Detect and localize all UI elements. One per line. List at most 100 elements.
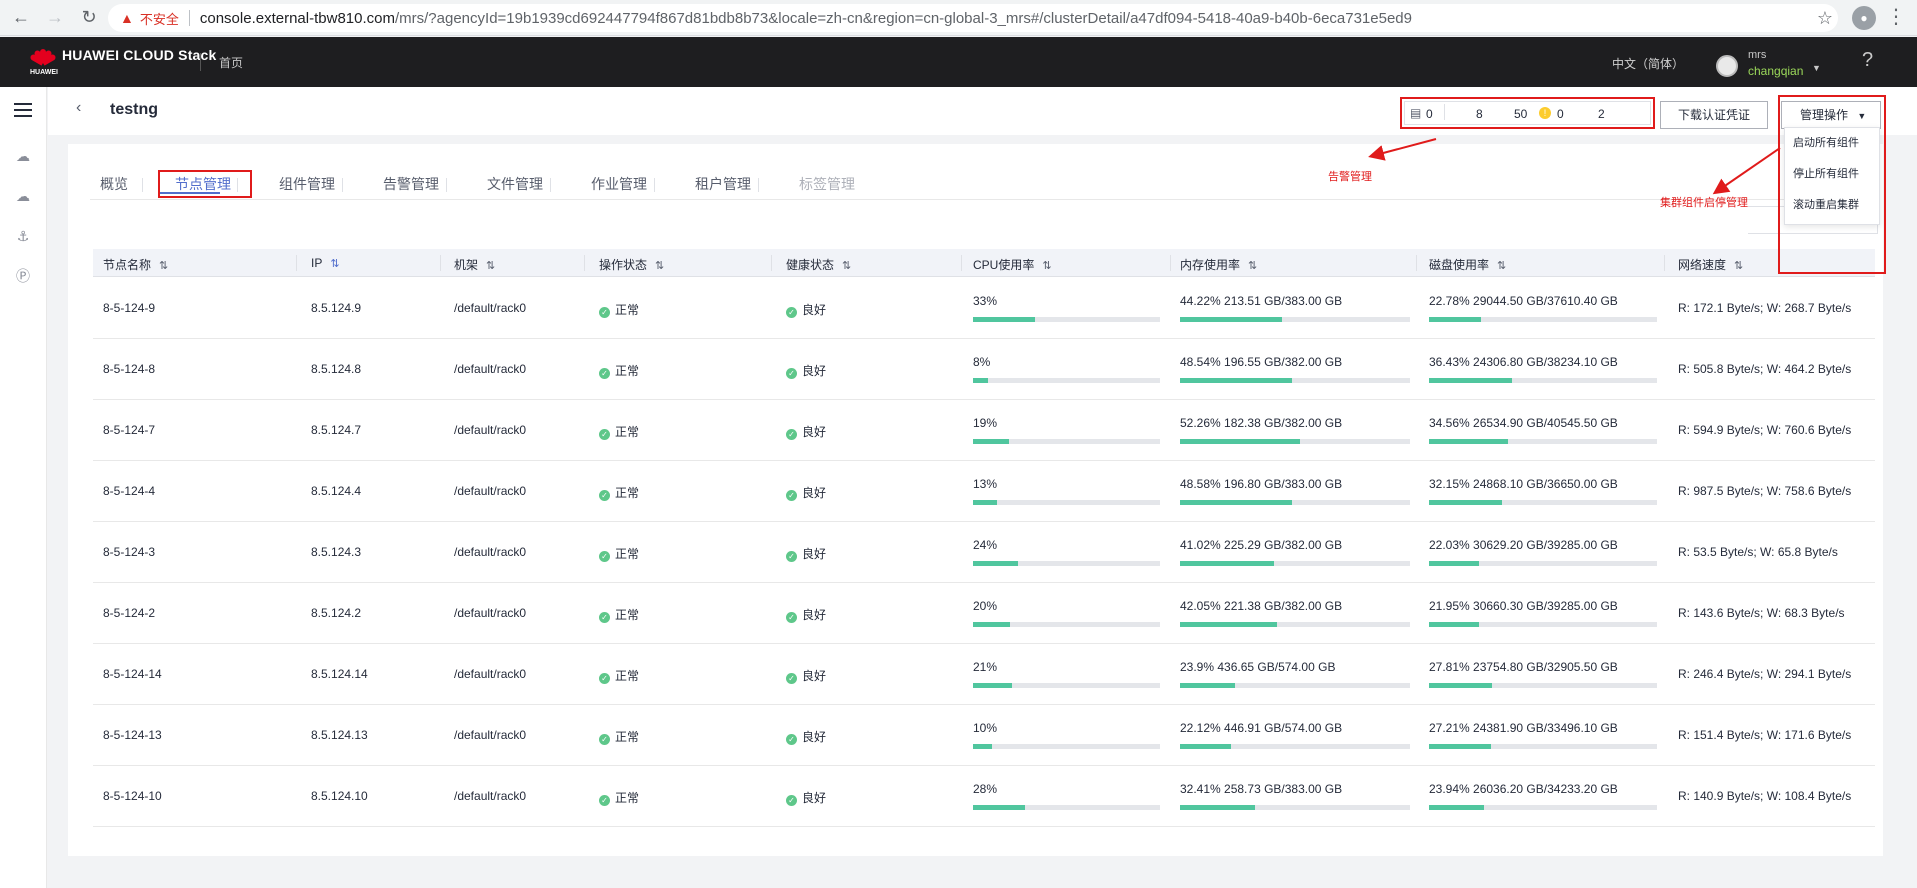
column-header[interactable]: 网络速度 ⇅ [1678, 256, 1743, 273]
user-account[interactable]: changqian [1748, 64, 1803, 78]
tab-tenant-management[interactable]: 租户管理 [695, 174, 751, 194]
cloud-icon[interactable]: ☁ [12, 185, 34, 207]
tab-job-management[interactable]: 作业管理 [591, 174, 647, 194]
operation-status: ✓ 正常 [599, 606, 639, 623]
table-row[interactable]: 8-5-124-13 8.5.124.13/default/rack0 ✓ 正常 ✓ 良好… [93, 705, 1875, 766]
profile-icon[interactable]: ● [1852, 6, 1876, 30]
cpu-usage-bar-fill [973, 805, 1026, 810]
cpu-usage-bar-fill [973, 622, 1011, 627]
topnav-divider [200, 53, 201, 71]
avatar[interactable] [1716, 55, 1738, 77]
tab-tag-management[interactable]: 标签管理 [799, 174, 855, 194]
health-status: ✓ 良好 [786, 728, 826, 745]
sort-icon: ⇅ [842, 260, 852, 272]
back-arrow-icon[interactable]: ← [8, 5, 34, 31]
table-row[interactable]: 8-5-124-4 8.5.124.4/default/rack0 ✓ 正常 ✓ 良好 13… [93, 461, 1875, 522]
node-name[interactable]: 8-5-124-3 [103, 545, 155, 559]
table-row[interactable]: 8-5-124-10 8.5.124.10/default/rack0 ✓ 正常 ✓ 良好… [93, 766, 1875, 827]
menu-icon[interactable] [14, 103, 32, 117]
memory-usage: 48.54% 196.55 GB/382.00 GB [1180, 355, 1343, 369]
node-name[interactable]: 8-5-124-13 [103, 728, 162, 742]
health-status: ✓ 良好 [786, 301, 826, 318]
status-text: 正常 [615, 303, 640, 317]
memory-usage-bar-fill [1180, 378, 1292, 383]
node-ip: 8.5.124.7 [311, 423, 362, 437]
memory-usage: 44.22% 213.51 GB/383.00 GB [1180, 294, 1343, 308]
download-credential-button[interactable]: 下载认证凭证 [1660, 101, 1768, 129]
table-row[interactable]: 8-5-124-14 8.5.124.14/default/rack0 ✓ 正常 ✓ 良好… [93, 644, 1875, 705]
cpu-usage-bar-fill [973, 561, 1018, 566]
cpu-usage: 20% [973, 599, 998, 613]
sort-icon: ⇅ [1248, 260, 1258, 272]
table-row[interactable]: 8-5-124-2 8.5.124.2/default/rack0 ✓ 正常 ✓ 良好 20… [93, 583, 1875, 644]
check-circle-icon: ✓ [786, 429, 797, 440]
column-header[interactable]: 操作状态 ⇅ [599, 256, 664, 273]
host-icon: ▤ [1410, 106, 1422, 120]
alarm-status-summary[interactable]: ▤ 0 8 50 ! 0 2 [1400, 97, 1655, 129]
node-name[interactable]: 8-5-124-4 [103, 484, 155, 498]
reload-icon[interactable]: ↻ [76, 5, 102, 31]
language-selector[interactable]: 中文（简体） [1612, 55, 1684, 72]
bookmark-star-icon[interactable]: ☆ [1812, 8, 1838, 29]
table-row[interactable]: 8-5-124-8 8.5.124.8/default/rack0 ✓ 正常 ✓ 良好 8%… [93, 339, 1875, 400]
health-status: ✓ 良好 [786, 606, 826, 623]
node-name[interactable]: 8-5-124-7 [103, 423, 155, 437]
memory-usage-bar [1180, 622, 1410, 627]
node-name[interactable]: 8-5-124-10 [103, 789, 162, 803]
check-circle-icon: ✓ [786, 734, 797, 745]
tab-overview[interactable]: 概览 [100, 174, 128, 194]
check-circle-icon: ✓ [599, 673, 610, 684]
node-name[interactable]: 8-5-124-2 [103, 606, 155, 620]
node-rack: /default/rack0 [454, 606, 527, 620]
url-path: /mrs/?agencyId=19b1939cd692447794f867d81… [394, 9, 1412, 27]
table-header: 节点名称 ⇅ IP ⇅ 机架 ⇅ 操作状态 ⇅ 健康状态 ⇅ CPU使用率 ⇅ 内存使用率 ⇅… [93, 249, 1875, 277]
health-status: ✓ 良好 [786, 484, 826, 501]
column-header[interactable]: 磁盘使用率 ⇅ [1429, 256, 1506, 273]
node-rack: /default/rack0 [454, 667, 527, 681]
column-header[interactable]: CPU使用率 ⇅ [973, 256, 1052, 273]
column-header[interactable]: 节点名称 ⇅ [103, 256, 168, 273]
status-text: 正常 [615, 730, 640, 744]
user-name[interactable]: mrs [1748, 49, 1766, 61]
chevron-down-icon[interactable]: ▼ [1812, 63, 1821, 73]
home-link[interactable]: 首页 [219, 54, 243, 71]
check-circle-icon: ✓ [786, 307, 797, 318]
status-text: 良好 [802, 547, 827, 561]
memory-usage: 32.41% 258.73 GB/383.00 GB [1180, 782, 1343, 796]
tab-file-management[interactable]: 文件管理 [487, 174, 543, 194]
node-name[interactable]: 8-5-124-8 [103, 362, 155, 376]
network-speed: R: 140.9 Byte/s; W: 108.4 Byte/s [1678, 789, 1852, 803]
cloud-server-icon[interactable]: ☁ [12, 145, 34, 167]
column-header[interactable]: 健康状态 ⇅ [786, 256, 851, 273]
chevron-left-icon[interactable]: ‹ [76, 99, 81, 117]
tab-component-management[interactable]: 组件管理 [279, 174, 335, 194]
network-speed: R: 987.5 Byte/s; W: 758.6 Byte/s [1678, 484, 1852, 498]
huawei-logo[interactable]: HUAWEI CLOUD Stack [28, 43, 217, 67]
table-row[interactable]: 8-5-124-7 8.5.124.7/default/rack0 ✓ 正常 ✓ 良好 19… [93, 400, 1875, 461]
disk-usage-bar [1429, 744, 1657, 749]
table-row[interactable]: 8-5-124-3 8.5.124.3/default/rack0 ✓ 正常 ✓ 良好 24… [93, 522, 1875, 583]
cpu-usage-bar-fill [973, 683, 1013, 688]
node-rack: /default/rack0 [454, 423, 527, 437]
node-name[interactable]: 8-5-124-9 [103, 301, 155, 315]
tab-alarm-management[interactable]: 告警管理 [383, 174, 439, 194]
ip-icon[interactable]: Ⓟ [12, 265, 34, 287]
disk-usage-bar-fill [1429, 439, 1508, 444]
table-row[interactable]: 8-5-124-9 8.5.124.9/default/rack0 ✓ 正常 ✓ 良好 33… [93, 278, 1875, 339]
forward-arrow-icon[interactable]: → [42, 5, 68, 31]
status-text: 正常 [615, 364, 640, 378]
deploy-icon[interactable]: ⚓ [12, 225, 34, 247]
memory-usage-bar-fill [1180, 683, 1235, 688]
column-header[interactable]: IP ⇅ [311, 256, 340, 270]
help-icon[interactable]: ? [1862, 49, 1873, 72]
column-header[interactable]: 机架 ⇅ [454, 256, 495, 273]
status-text: 正常 [615, 608, 640, 622]
address-bar[interactable]: ▲ 不安全 console.external-tbw810.com/mrs/?a… [108, 4, 1838, 32]
omnibox-divider [188, 10, 190, 26]
node-name[interactable]: 8-5-124-14 [103, 667, 162, 681]
status-text: 良好 [802, 669, 827, 683]
sort-icon: ⇅ [1734, 260, 1744, 272]
browser-menu-icon[interactable]: ⋮ [1886, 6, 1906, 30]
cpu-usage: 33% [973, 294, 998, 308]
column-header[interactable]: 内存使用率 ⇅ [1180, 256, 1257, 273]
